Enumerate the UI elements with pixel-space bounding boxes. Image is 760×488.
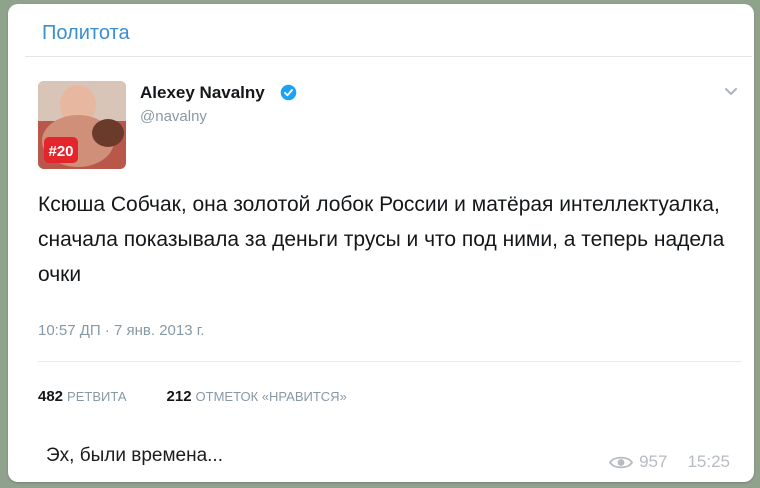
verified-badge-icon	[280, 84, 297, 101]
tweet-stats: 482 РЕТВИТА 212 ОТМЕТОК «НРАВИТСЯ»	[38, 388, 347, 405]
tweet-divider	[38, 361, 742, 362]
retweets-count: 482	[38, 388, 64, 405]
message-time: 15:25	[687, 452, 730, 471]
tweet-text: Ксюша Собчак, она золотой лобок России и…	[38, 193, 725, 286]
author-handle[interactable]: @navalny	[140, 108, 207, 125]
author-avatar[interactable]: #20	[38, 81, 126, 169]
tweet-timestamp[interactable]: 10:57 ДП · 7 янв. 2013 г.	[38, 322, 205, 339]
retweets-label: РЕТВИТА	[67, 389, 127, 404]
views-count: 957	[639, 452, 668, 471]
likes-label: ОТМЕТОК «НРАВИТСЯ»	[195, 389, 347, 404]
likes-count: 212	[166, 388, 192, 405]
chevron-down-icon[interactable]	[724, 87, 738, 97]
avatar-badge: #20	[48, 143, 73, 160]
retweets-stat[interactable]: 482 РЕТВИТА	[38, 388, 127, 405]
message-meta: 957 15:25	[609, 452, 730, 472]
author-name[interactable]: Alexey Navalny	[140, 83, 265, 103]
eye-icon	[609, 456, 634, 468]
avatar-image: #20	[38, 81, 126, 169]
tweet-card: #20 Alexey Navalny @navalny Ксюша Собчак…	[25, 56, 752, 405]
message-bubble: Политота #20 Alexey Navalny @navalny Ксю…	[8, 4, 754, 482]
channel-title[interactable]: Политота	[42, 22, 130, 45]
likes-stat[interactable]: 212 ОТМЕТОК «НРАВИТСЯ»	[167, 388, 347, 405]
message-caption: Эх, были времена...	[46, 445, 223, 466]
